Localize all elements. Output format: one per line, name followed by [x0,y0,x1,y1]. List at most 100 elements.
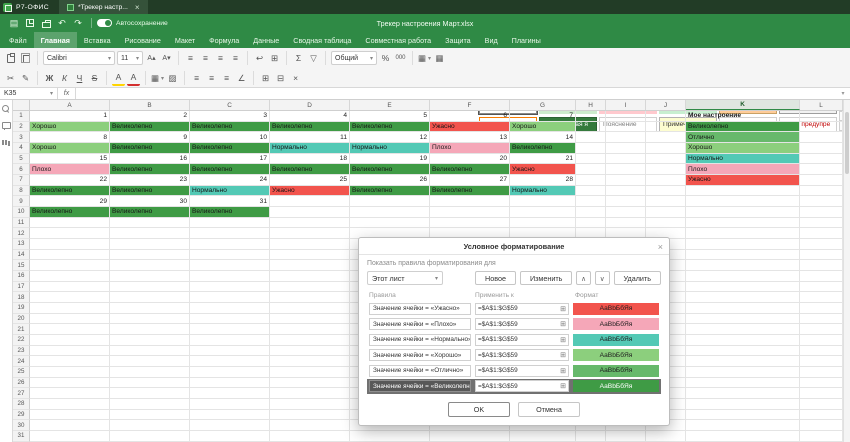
range-select-icon[interactable]: ⊞ [560,351,566,359]
cell-B17[interactable] [110,282,190,293]
cell-C13[interactable] [190,239,270,250]
move-rule-up-button[interactable]: ∧ [576,271,591,285]
cell-L23[interactable] [800,346,843,357]
cell-J4[interactable] [646,143,686,154]
cell-C3[interactable]: 10 [190,132,270,143]
cell-A27[interactable] [30,388,110,399]
cell-L13[interactable] [800,239,843,250]
cell-L15[interactable] [800,260,843,271]
cell-A29[interactable] [30,410,110,421]
cell-D28[interactable] [270,399,350,410]
strikethrough-button[interactable]: S [88,71,101,86]
cell-K28[interactable] [686,399,800,410]
cell-G11[interactable] [510,218,576,229]
row-header-13[interactable]: 13 [13,239,30,250]
dialog-close-icon[interactable]: × [658,238,663,255]
cell-D4[interactable]: Нормально [270,143,350,154]
cell-D23[interactable] [270,346,350,357]
cell-B22[interactable] [110,335,190,346]
cell-D10[interactable] [270,207,350,218]
cell-D22[interactable] [270,335,350,346]
cell-K31[interactable] [686,431,800,442]
cell-C18[interactable] [190,292,270,303]
cell-G5[interactable]: 21 [510,154,576,165]
number-format-select[interactable]: Общий ▾ [331,51,377,65]
underline-button[interactable]: Ч [73,71,86,86]
cell-C8[interactable]: Нормально [190,186,270,197]
row-header-3[interactable]: 3 [13,132,30,143]
cell-I2[interactable] [606,122,646,133]
cell-J5[interactable] [646,154,686,165]
cell-C30[interactable] [190,420,270,431]
cancel-button[interactable]: Отмена [518,402,580,417]
column-header-G[interactable]: G [510,100,576,110]
cell-E11[interactable] [350,218,430,229]
cell-C16[interactable] [190,271,270,282]
cell-C1[interactable]: 3 [190,111,270,122]
row-header-21[interactable]: 21 [13,324,30,335]
column-header-F[interactable]: F [430,100,510,110]
cell-F3[interactable]: 13 [430,132,510,143]
cell-B1[interactable]: 2 [110,111,190,122]
cell-K6[interactable]: Плохо [686,164,800,175]
cell-K1[interactable]: Мое настроение [686,111,800,122]
cell-K29[interactable] [686,410,800,421]
cell-B28[interactable] [110,399,190,410]
cell-B3[interactable]: 9 [110,132,190,143]
sort-filter-button[interactable]: ▽ [307,51,320,66]
rule-row[interactable]: Значение ячейки = «Отлично»=$A$1:$G$59⊞А… [367,363,661,379]
cell-C7[interactable]: 24 [190,175,270,186]
cell-K27[interactable] [686,388,800,399]
print-button[interactable] [38,16,54,30]
align-left-button[interactable]: ≡ [184,51,197,66]
cell-K7[interactable]: Ужасно [686,175,800,186]
cell-E8[interactable]: Великолепно [350,186,430,197]
cell-I31[interactable] [606,431,646,442]
cell-H4[interactable] [576,143,606,154]
cell-D3[interactable]: 11 [270,132,350,143]
cell-L21[interactable] [800,324,843,335]
cell-D5[interactable]: 18 [270,154,350,165]
cell-K5[interactable]: Нормально [686,154,800,165]
cell-L1[interactable] [800,111,843,122]
cell-A18[interactable] [30,292,110,303]
cell-K25[interactable] [686,367,800,378]
rule-row[interactable]: Значение ячейки = «Великолепно»=$A$1:$G$… [367,379,661,395]
column-header-J[interactable]: J [646,100,686,110]
cell-F2[interactable]: Ужасно [430,122,510,133]
row-header-20[interactable]: 20 [13,314,30,325]
cell-A28[interactable] [30,399,110,410]
cell-C19[interactable] [190,303,270,314]
cell-E5[interactable]: 19 [350,154,430,165]
rule-range[interactable]: =$A$1:$G$59⊞ [475,318,569,330]
cell-D12[interactable] [270,228,350,239]
cell-D19[interactable] [270,303,350,314]
column-header-D[interactable]: D [270,100,350,110]
cell-L6[interactable] [800,164,843,175]
rule-row[interactable]: Значение ячейки = «Ужасно»=$A$1:$G$59⊞Аа… [367,301,661,317]
menu-tab[interactable]: Вид [478,32,505,48]
cell-D14[interactable] [270,250,350,261]
cell-G31[interactable] [510,431,576,442]
formula-input[interactable] [76,88,836,99]
autosave-toggle[interactable] [97,19,112,27]
font-color-button[interactable]: А [127,71,140,86]
cell-K18[interactable] [686,292,800,303]
cell-K3[interactable]: Отлично [686,132,800,143]
cell-H9[interactable] [576,196,606,207]
row-header-7[interactable]: 7 [13,175,30,186]
menu-tab[interactable]: Макет [168,32,202,48]
cell-D25[interactable] [270,367,350,378]
app-logo-icon[interactable] [3,3,12,12]
cell-C11[interactable] [190,218,270,229]
cell-L12[interactable] [800,228,843,239]
percent-style-button[interactable]: % [379,51,392,66]
cell-D30[interactable] [270,420,350,431]
cell-C31[interactable] [190,431,270,442]
cell-B30[interactable] [110,420,190,431]
row-header-6[interactable]: 6 [13,164,30,175]
row-header-10[interactable]: 10 [13,207,30,218]
cell-C5[interactable]: 17 [190,154,270,165]
cell-L10[interactable] [800,207,843,218]
cell-C6[interactable]: Великолепно [190,164,270,175]
